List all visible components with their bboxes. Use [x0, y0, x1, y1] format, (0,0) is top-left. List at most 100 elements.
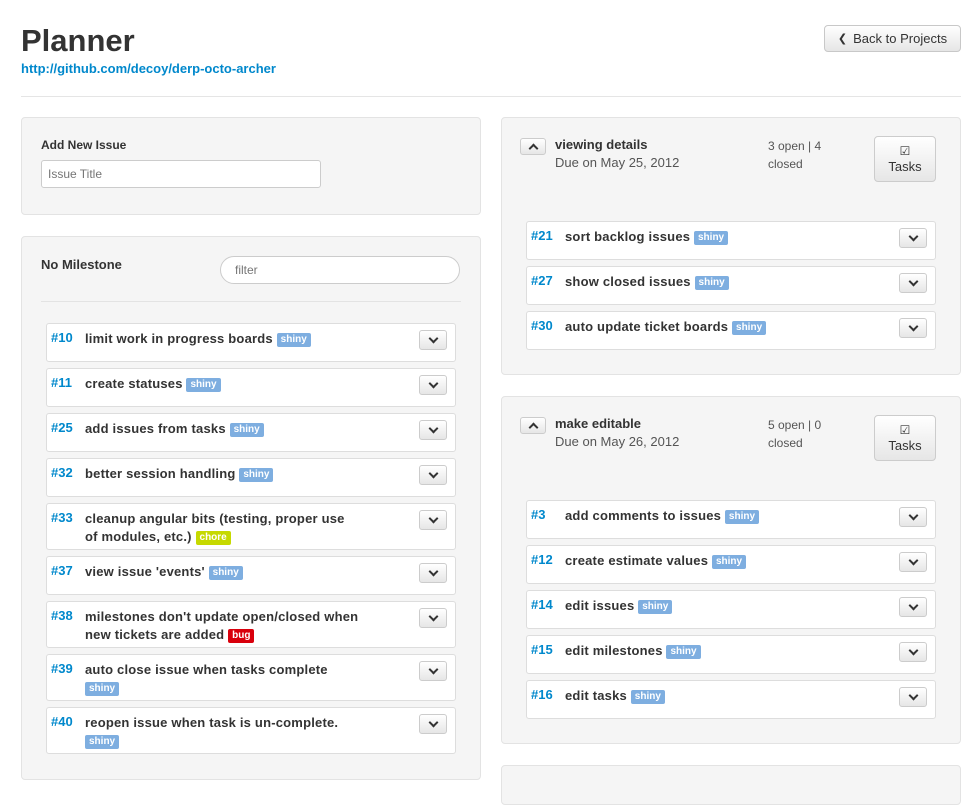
milestone-counts: 3 open | 4 closed: [768, 139, 822, 171]
milestone-panel: viewing details Due on May 25, 2012 3 op…: [501, 117, 961, 375]
issue-title-input[interactable]: [41, 160, 321, 188]
issue-number[interactable]: #37: [51, 563, 73, 578]
issue-label-badge: shiny: [694, 231, 729, 245]
issue-text: auto close issue when tasks complete shi…: [85, 661, 360, 697]
issue-row[interactable]: #21 sort backlog issues shiny: [526, 221, 936, 260]
chevron-down-icon: [908, 510, 918, 520]
issue-menu-button[interactable]: [899, 642, 927, 662]
issue-number[interactable]: #16: [531, 687, 553, 702]
issue-title: better session handling: [85, 466, 236, 481]
issue-row[interactable]: #11 create statuses shiny: [46, 368, 456, 407]
repo-link[interactable]: http://github.com/decoy/derp-octo-archer: [21, 61, 276, 77]
back-to-projects-button[interactable]: ❮ Back to Projects: [824, 25, 961, 52]
chevron-down-icon: [428, 717, 438, 727]
collapse-milestone-button[interactable]: [520, 138, 546, 155]
issue-row[interactable]: #32 better session handling shiny: [46, 458, 456, 497]
issue-title: sort backlog issues: [565, 229, 691, 244]
issue-number[interactable]: #3: [531, 507, 545, 522]
issue-menu-button[interactable]: [419, 563, 447, 583]
issue-title: create estimate values: [565, 553, 709, 568]
issue-menu-button[interactable]: [419, 661, 447, 681]
issue-menu-button[interactable]: [899, 318, 927, 338]
issue-number[interactable]: #21: [531, 228, 553, 243]
milestone-title: make editable: [555, 416, 641, 431]
issue-label-badge: shiny: [276, 333, 311, 347]
issue-menu-button[interactable]: [899, 228, 927, 248]
issue-row[interactable]: #38 milestones don't update open/closed w…: [46, 601, 456, 648]
chevron-down-icon: [428, 333, 438, 343]
issue-number[interactable]: #30: [531, 318, 553, 333]
issue-label-badge: bug: [228, 629, 255, 643]
issue-number[interactable]: #12: [531, 552, 553, 567]
issue-title: create statuses: [85, 376, 183, 391]
panel-divider: [41, 301, 461, 302]
issue-menu-button[interactable]: [419, 330, 447, 350]
issue-row[interactable]: #16 edit tasks shiny: [526, 680, 936, 719]
issue-row[interactable]: #25 add issues from tasks shiny: [46, 413, 456, 452]
add-issue-label: Add New Issue: [41, 138, 127, 152]
issue-number[interactable]: #32: [51, 465, 73, 480]
tasks-label: Tasks: [888, 438, 922, 453]
tasks-label: Tasks: [888, 159, 922, 174]
issue-number[interactable]: #38: [51, 608, 73, 623]
page-header: Planner http://github.com/decoy/derp-oct…: [21, 22, 276, 77]
issue-label-badge: shiny: [208, 566, 243, 580]
filter-input[interactable]: [220, 256, 460, 284]
chevron-left-icon: ❮: [837, 33, 848, 45]
issue-number[interactable]: #15: [531, 642, 553, 657]
issue-row[interactable]: #37 view issue 'events' shiny: [46, 556, 456, 595]
issue-number[interactable]: #33: [51, 510, 73, 525]
issue-menu-button[interactable]: [899, 552, 927, 572]
tasks-button[interactable]: ☑ Tasks: [874, 136, 936, 182]
issue-menu-button[interactable]: [899, 597, 927, 617]
issue-number[interactable]: #11: [51, 375, 72, 390]
chevron-down-icon: [908, 645, 918, 655]
issue-number[interactable]: #25: [51, 420, 73, 435]
chevron-up-icon: [528, 422, 538, 433]
chevron-down-icon: [908, 555, 918, 565]
issue-menu-button[interactable]: [899, 687, 927, 707]
chevron-down-icon: [428, 566, 438, 576]
issue-menu-button[interactable]: [419, 420, 447, 440]
collapse-milestone-button[interactable]: [520, 417, 546, 434]
back-label: Back to Projects: [853, 31, 948, 46]
issue-menu-button[interactable]: [419, 714, 447, 734]
page-title: Planner: [21, 23, 135, 58]
issue-menu-button[interactable]: [419, 510, 447, 530]
issue-number[interactable]: #40: [51, 714, 73, 729]
issue-menu-button[interactable]: [899, 273, 927, 293]
add-issue-panel: Add New Issue: [21, 117, 481, 215]
issue-row[interactable]: #10 limit work in progress boards shiny: [46, 323, 456, 362]
issue-text: add issues from tasks shiny: [85, 420, 360, 438]
issue-row[interactable]: #14 edit issues shiny: [526, 590, 936, 629]
issue-row[interactable]: #39 auto close issue when tasks complete …: [46, 654, 456, 701]
issue-text: show closed issues shiny: [565, 273, 840, 291]
issue-row[interactable]: #27 show closed issues shiny: [526, 266, 936, 305]
issue-menu-button[interactable]: [419, 375, 447, 395]
issue-number[interactable]: #10: [51, 330, 73, 345]
chevron-down-icon: [428, 611, 438, 621]
issue-number[interactable]: #14: [531, 597, 553, 612]
chevron-down-icon: [908, 276, 918, 286]
issue-menu-button[interactable]: [419, 465, 447, 485]
issue-row[interactable]: #15 edit milestones shiny: [526, 635, 936, 674]
issue-label-badge: chore: [195, 531, 231, 545]
issue-label-badge: shiny: [630, 690, 665, 704]
issue-row[interactable]: #40 reopen issue when task is un-complete…: [46, 707, 456, 754]
no-milestone-panel: No Milestone #10 limit work in progress b…: [21, 236, 481, 780]
issue-label-badge: shiny: [186, 378, 221, 392]
issue-row[interactable]: #33 cleanup angular bits (testing, proper…: [46, 503, 456, 550]
issue-row[interactable]: #3 add comments to issues shiny: [526, 500, 936, 539]
issue-label-badge: shiny: [85, 682, 120, 696]
issue-menu-button[interactable]: [899, 507, 927, 527]
issue-menu-button[interactable]: [419, 608, 447, 628]
chevron-down-icon: [428, 423, 438, 433]
issue-row[interactable]: #12 create estimate values shiny: [526, 545, 936, 584]
issue-number[interactable]: #27: [531, 273, 553, 288]
issue-text: auto update ticket boards shiny: [565, 318, 840, 336]
chevron-down-icon: [428, 513, 438, 523]
issue-text: cleanup angular bits (testing, proper us…: [85, 510, 360, 546]
issue-row[interactable]: #30 auto update ticket boards shiny: [526, 311, 936, 350]
tasks-button[interactable]: ☑ Tasks: [874, 415, 936, 461]
issue-number[interactable]: #39: [51, 661, 73, 676]
